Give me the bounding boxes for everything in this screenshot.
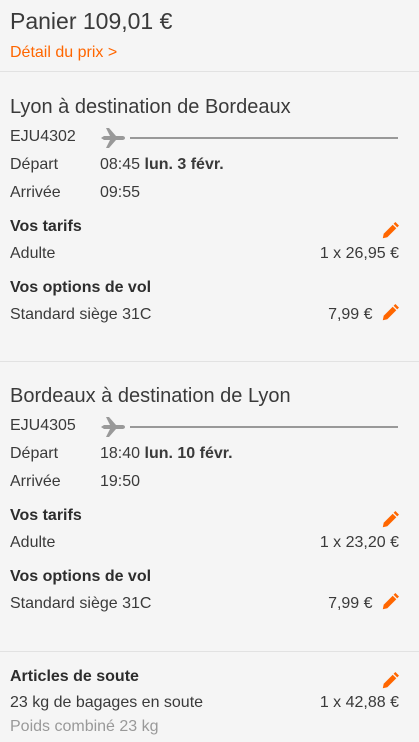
edit-seat-button[interactable]: [377, 592, 399, 612]
hold-item-value: 1 x 42,88 €: [319, 694, 399, 711]
seat-option-label: Standard siège 31C: [10, 595, 152, 612]
departure-date: lun. 3 févr.: [144, 156, 224, 173]
arrival-label: Arrivée: [10, 184, 61, 201]
fare-value: 1 x 26,95 €: [319, 245, 399, 262]
flight-card-return: Bordeaux à destination de Lyon EJU4305 D…: [0, 362, 419, 652]
flight-route-title: Bordeaux à destination de Lyon: [10, 385, 291, 407]
seat-option-price: 7,99 €: [328, 306, 373, 323]
flight-options-heading: Vos options de vol: [10, 279, 152, 296]
plane-icon: [101, 128, 125, 148]
departure-time: 08:45: [100, 156, 141, 173]
flight-path: [100, 415, 398, 439]
basket-total: Panier 109,01 €: [10, 8, 173, 34]
departure-time: 18:40: [100, 445, 141, 462]
combined-weight: Poids combiné 23 kg: [10, 718, 159, 735]
departure-date: lun. 10 févr.: [144, 445, 233, 462]
seat-option-price: 7,99 €: [328, 595, 373, 612]
departure-label: Départ: [10, 445, 59, 462]
edit-fares-button[interactable]: [381, 222, 399, 240]
arrival-time: 09:55: [100, 184, 141, 201]
edit-hold-items-button[interactable]: [381, 672, 399, 690]
fare-label: Adulte: [10, 534, 56, 551]
pencil-icon: [382, 303, 399, 320]
fare-label: Adulte: [10, 245, 56, 262]
hold-item-label: 23 kg de bagages en soute: [10, 694, 204, 711]
flight-number: EJU4302: [10, 128, 76, 145]
hold-items-heading: Articles de soute: [10, 668, 139, 685]
pencil-icon: [382, 592, 399, 609]
flight-path: [100, 126, 398, 150]
departure-label: Départ: [10, 156, 59, 173]
arrival-label: Arrivée: [10, 473, 61, 490]
price-detail-link[interactable]: Détail du prix >: [10, 44, 117, 62]
hold-items-section: Articles de soute 23 kg de bagages en so…: [0, 653, 419, 736]
pencil-icon: [382, 222, 399, 239]
edit-seat-button[interactable]: [377, 303, 399, 323]
pencil-icon: [382, 672, 399, 689]
flight-number: EJU4305: [10, 417, 76, 434]
edit-fares-button[interactable]: [381, 511, 399, 529]
plane-icon: [101, 417, 125, 437]
seat-option-label: Standard siège 31C: [10, 306, 152, 323]
pencil-icon: [382, 511, 399, 528]
fares-heading: Vos tarifs: [10, 507, 82, 524]
flight-options-heading: Vos options de vol: [10, 568, 152, 585]
basket-header: Panier 109,01 € Détail du prix >: [0, 0, 419, 72]
arrival-time: 19:50: [100, 473, 141, 490]
fare-value: 1 x 23,20 €: [319, 534, 399, 551]
flight-route-title: Lyon à destination de Bordeaux: [10, 96, 291, 118]
flight-card-outbound: Lyon à destination de Bordeaux EJU4302 D…: [0, 72, 419, 362]
fares-heading: Vos tarifs: [10, 218, 82, 235]
